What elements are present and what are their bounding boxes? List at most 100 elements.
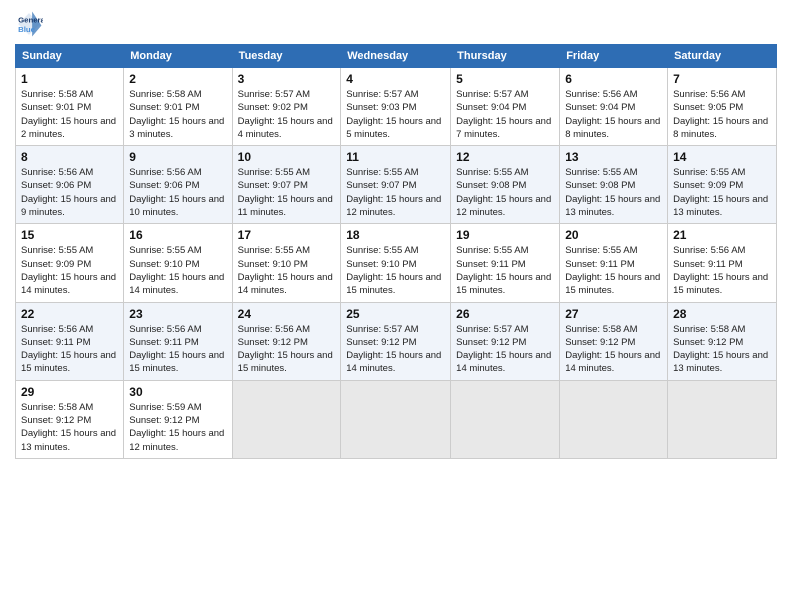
day-number: 21 <box>673 228 771 242</box>
logo-icon: General Blue <box>15 10 43 38</box>
day-number: 29 <box>21 385 118 399</box>
table-row: 10 Sunrise: 5:55 AMSunset: 9:07 PMDayligh… <box>232 146 341 224</box>
table-row: 21 Sunrise: 5:56 AMSunset: 9:11 PMDayligh… <box>668 224 777 302</box>
col-saturday: Saturday <box>668 45 777 68</box>
table-row: 4 Sunrise: 5:57 AMSunset: 9:03 PMDaylight… <box>341 68 451 146</box>
col-sunday: Sunday <box>16 45 124 68</box>
day-number: 1 <box>21 72 118 86</box>
calendar-week-row: 22Sunrise: 5:56 AMSunset: 9:11 PMDayligh… <box>16 302 777 380</box>
day-info: Sunrise: 5:57 AMSunset: 9:03 PMDaylight:… <box>346 88 445 141</box>
table-row: 20Sunrise: 5:55 AMSunset: 9:11 PMDayligh… <box>560 224 668 302</box>
day-info: Sunrise: 5:56 AMSunset: 9:11 PMDaylight:… <box>129 323 226 376</box>
logo: General Blue <box>15 10 43 38</box>
table-row: 28Sunrise: 5:58 AMSunset: 9:12 PMDayligh… <box>668 302 777 380</box>
col-wednesday: Wednesday <box>341 45 451 68</box>
day-info: Sunrise: 5:55 AMSunset: 9:11 PMDaylight:… <box>565 244 662 297</box>
calendar-week-row: 1 Sunrise: 5:58 AMSunset: 9:01 PMDaylight… <box>16 68 777 146</box>
day-info: Sunrise: 5:58 AMSunset: 9:01 PMDaylight:… <box>21 88 118 141</box>
day-info: Sunrise: 5:56 AMSunset: 9:11 PMDaylight:… <box>673 244 771 297</box>
day-info: Sunrise: 5:58 AMSunset: 9:12 PMDaylight:… <box>565 323 662 376</box>
col-monday: Monday <box>124 45 232 68</box>
day-number: 7 <box>673 72 771 86</box>
table-row <box>560 380 668 458</box>
col-thursday: Thursday <box>451 45 560 68</box>
table-row: 1 Sunrise: 5:58 AMSunset: 9:01 PMDaylight… <box>16 68 124 146</box>
day-number: 8 <box>21 150 118 164</box>
day-info: Sunrise: 5:55 AMSunset: 9:07 PMDaylight:… <box>238 166 336 219</box>
day-info: Sunrise: 5:55 AMSunset: 9:07 PMDaylight:… <box>346 166 445 219</box>
day-info: Sunrise: 5:59 AMSunset: 9:12 PMDaylight:… <box>129 401 226 454</box>
calendar-week-row: 8 Sunrise: 5:56 AMSunset: 9:06 PMDaylight… <box>16 146 777 224</box>
table-row: 13 Sunrise: 5:55 AMSunset: 9:08 PMDayligh… <box>560 146 668 224</box>
table-row: 19 Sunrise: 5:55 AMSunset: 9:11 PMDayligh… <box>451 224 560 302</box>
day-number: 27 <box>565 307 662 321</box>
day-number: 30 <box>129 385 226 399</box>
day-info: Sunrise: 5:57 AMSunset: 9:12 PMDaylight:… <box>346 323 445 376</box>
table-row <box>341 380 451 458</box>
table-row: 14Sunrise: 5:55 AMSunset: 9:09 PMDayligh… <box>668 146 777 224</box>
day-number: 18 <box>346 228 445 242</box>
day-info: Sunrise: 5:57 AMSunset: 9:04 PMDaylight:… <box>456 88 554 141</box>
table-row: 3 Sunrise: 5:57 AMSunset: 9:02 PMDaylight… <box>232 68 341 146</box>
day-number: 26 <box>456 307 554 321</box>
day-number: 24 <box>238 307 336 321</box>
calendar-week-row: 15 Sunrise: 5:55 AMSunset: 9:09 PMDayligh… <box>16 224 777 302</box>
table-row: 15 Sunrise: 5:55 AMSunset: 9:09 PMDayligh… <box>16 224 124 302</box>
table-row: 7 Sunrise: 5:56 AMSunset: 9:05 PMDaylight… <box>668 68 777 146</box>
day-number: 4 <box>346 72 445 86</box>
table-row: 26Sunrise: 5:57 AMSunset: 9:12 PMDayligh… <box>451 302 560 380</box>
day-info: Sunrise: 5:58 AMSunset: 9:01 PMDaylight:… <box>129 88 226 141</box>
table-row: 24 Sunrise: 5:56 AMSunset: 9:12 PMDayligh… <box>232 302 341 380</box>
day-info: Sunrise: 5:55 AMSunset: 9:08 PMDaylight:… <box>565 166 662 219</box>
table-row: 30 Sunrise: 5:59 AMSunset: 9:12 PMDayligh… <box>124 380 232 458</box>
header: General Blue <box>15 10 777 38</box>
day-info: Sunrise: 5:55 AMSunset: 9:09 PMDaylight:… <box>21 244 118 297</box>
day-number: 17 <box>238 228 336 242</box>
table-row <box>232 380 341 458</box>
calendar-header-row: Sunday Monday Tuesday Wednesday Thursday… <box>16 45 777 68</box>
day-number: 12 <box>456 150 554 164</box>
table-row <box>668 380 777 458</box>
day-info: Sunrise: 5:56 AMSunset: 9:11 PMDaylight:… <box>21 323 118 376</box>
table-row: 8 Sunrise: 5:56 AMSunset: 9:06 PMDaylight… <box>16 146 124 224</box>
table-row: 29 Sunrise: 5:58 AMSunset: 9:12 PMDayligh… <box>16 380 124 458</box>
table-row <box>451 380 560 458</box>
day-info: Sunrise: 5:58 AMSunset: 9:12 PMDaylight:… <box>21 401 118 454</box>
day-number: 10 <box>238 150 336 164</box>
table-row: 18 Sunrise: 5:55 AMSunset: 9:10 PMDayligh… <box>341 224 451 302</box>
day-number: 13 <box>565 150 662 164</box>
day-info: Sunrise: 5:55 AMSunset: 9:09 PMDaylight:… <box>673 166 771 219</box>
day-info: Sunrise: 5:58 AMSunset: 9:12 PMDaylight:… <box>673 323 771 376</box>
day-info: Sunrise: 5:56 AMSunset: 9:06 PMDaylight:… <box>21 166 118 219</box>
day-info: Sunrise: 5:56 AMSunset: 9:05 PMDaylight:… <box>673 88 771 141</box>
day-info: Sunrise: 5:57 AMSunset: 9:02 PMDaylight:… <box>238 88 336 141</box>
table-row: 17 Sunrise: 5:55 AMSunset: 9:10 PMDayligh… <box>232 224 341 302</box>
day-number: 19 <box>456 228 554 242</box>
table-row: 27 Sunrise: 5:58 AMSunset: 9:12 PMDayligh… <box>560 302 668 380</box>
day-number: 16 <box>129 228 226 242</box>
day-info: Sunrise: 5:55 AMSunset: 9:10 PMDaylight:… <box>238 244 336 297</box>
table-row: 16Sunrise: 5:55 AMSunset: 9:10 PMDayligh… <box>124 224 232 302</box>
calendar-week-row: 29 Sunrise: 5:58 AMSunset: 9:12 PMDayligh… <box>16 380 777 458</box>
table-row: 12Sunrise: 5:55 AMSunset: 9:08 PMDayligh… <box>451 146 560 224</box>
day-number: 25 <box>346 307 445 321</box>
day-info: Sunrise: 5:55 AMSunset: 9:11 PMDaylight:… <box>456 244 554 297</box>
day-number: 11 <box>346 150 445 164</box>
day-info: Sunrise: 5:56 AMSunset: 9:04 PMDaylight:… <box>565 88 662 141</box>
day-number: 15 <box>21 228 118 242</box>
day-info: Sunrise: 5:56 AMSunset: 9:12 PMDaylight:… <box>238 323 336 376</box>
col-friday: Friday <box>560 45 668 68</box>
day-info: Sunrise: 5:55 AMSunset: 9:10 PMDaylight:… <box>346 244 445 297</box>
table-row: 11 Sunrise: 5:55 AMSunset: 9:07 PMDayligh… <box>341 146 451 224</box>
day-number: 23 <box>129 307 226 321</box>
calendar-table: Sunday Monday Tuesday Wednesday Thursday… <box>15 44 777 459</box>
col-tuesday: Tuesday <box>232 45 341 68</box>
svg-text:Blue: Blue <box>18 25 36 34</box>
day-number: 3 <box>238 72 336 86</box>
day-number: 5 <box>456 72 554 86</box>
table-row: 5 Sunrise: 5:57 AMSunset: 9:04 PMDaylight… <box>451 68 560 146</box>
svg-text:General: General <box>18 15 43 24</box>
day-info: Sunrise: 5:56 AMSunset: 9:06 PMDaylight:… <box>129 166 226 219</box>
table-row: 2Sunrise: 5:58 AMSunset: 9:01 PMDaylight… <box>124 68 232 146</box>
day-number: 9 <box>129 150 226 164</box>
